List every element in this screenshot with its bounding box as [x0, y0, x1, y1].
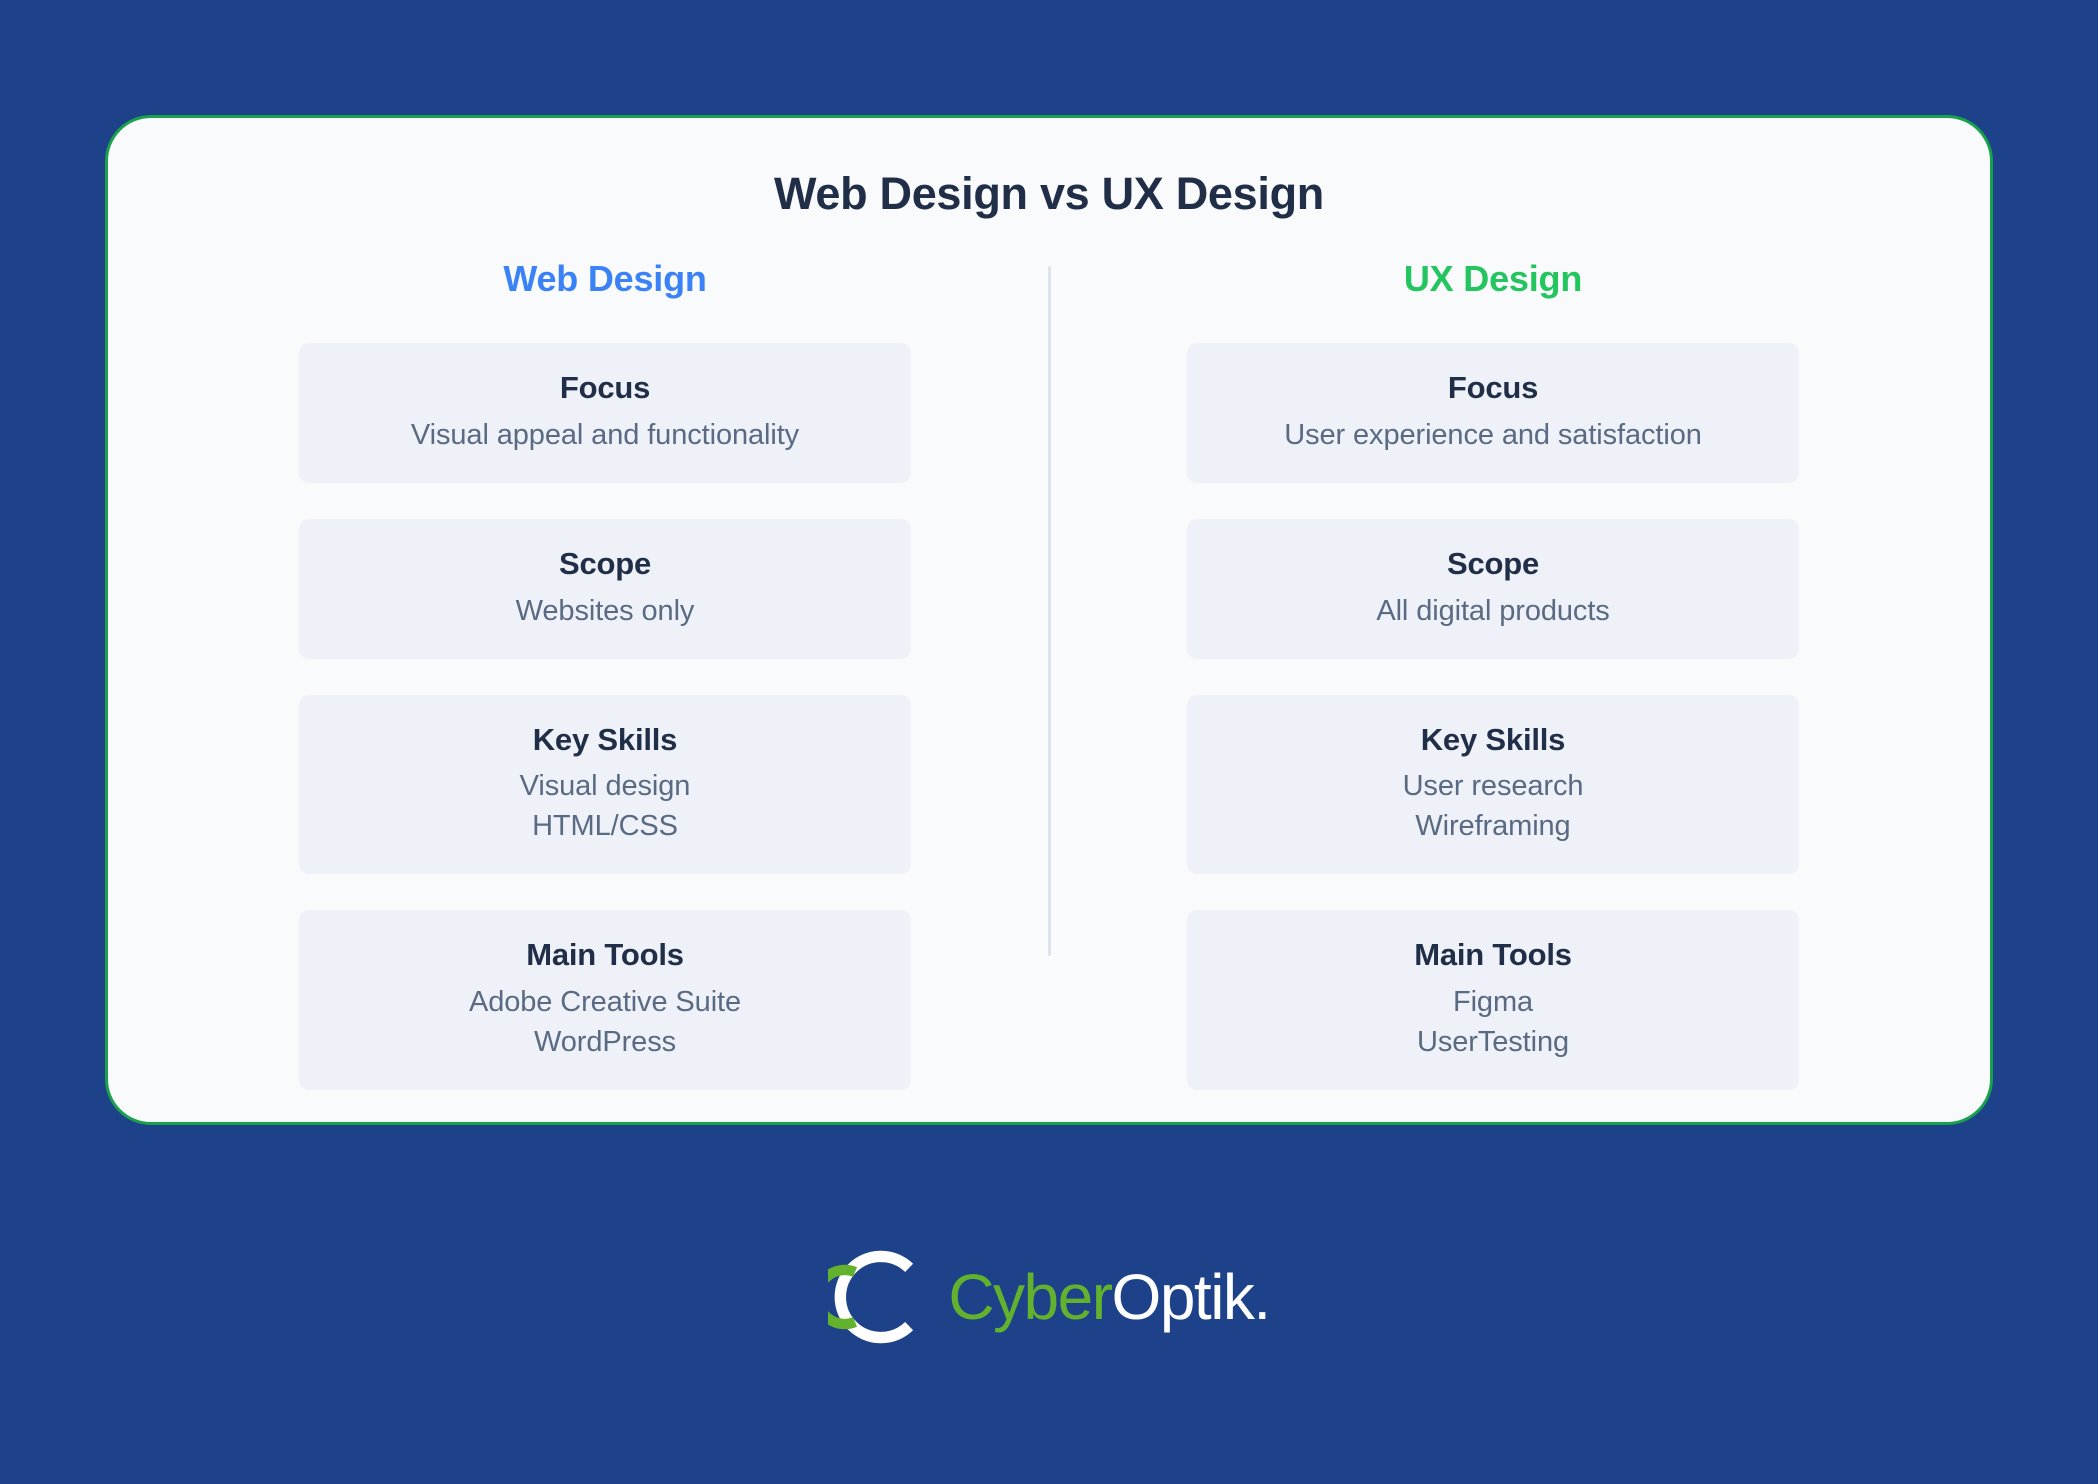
card-value: HTML/CSS [532, 810, 678, 843]
card-label: Focus [1447, 370, 1539, 405]
cyberoptik-logo-icon [828, 1250, 914, 1344]
footer-branding: CyberOptik. [0, 1245, 2098, 1349]
card-value: Visual appeal and functionality [410, 418, 800, 451]
card-label: Scope [1446, 545, 1540, 581]
card-value: All digital products [1376, 594, 1610, 627]
card-focus-web-design: Focus Visual appeal and functionality [299, 343, 911, 483]
card-scope-web-design: Scope Websites only [299, 518, 911, 659]
card-values: Adobe Creative Suite WordPress [319, 982, 891, 1062]
card-value: User research [1402, 770, 1584, 803]
card-value: Visual design [519, 770, 691, 803]
card-main-tools-web-design: Main Tools Adobe Creative Suite WordPres… [299, 910, 911, 1091]
card-key-skills-ux-design: Key Skills User research Wireframing [1187, 694, 1799, 875]
card-scope-ux-design: Scope All digital products [1187, 518, 1799, 659]
card-values: User experience and satisfaction [1207, 415, 1779, 455]
card-values: Visual appeal and functionality [319, 415, 891, 455]
card-label: Main Tools [1414, 937, 1572, 973]
card-label: Key Skills [1420, 721, 1566, 757]
card-value: UserTesting [1416, 1026, 1569, 1059]
card-value: Adobe Creative Suite [468, 986, 742, 1019]
brand-wordmark: CyberOptik. [948, 1265, 1271, 1329]
card-key-skills-web-design: Key Skills Visual design HTML/CSS [299, 694, 911, 875]
card-values: Visual design HTML/CSS [319, 766, 891, 846]
column-ux-design: UX Design Focus User experience and sati… [1049, 258, 1937, 1091]
card-value: Websites only [515, 594, 695, 627]
card-list-ux-design: Focus User experience and satisfaction S… [1187, 343, 1799, 1091]
comparison-panel: Web Design vs UX Design Web Design Focus… [105, 115, 1993, 1125]
column-web-design: Web Design Focus Visual appeal and funct… [161, 258, 1049, 1091]
column-heading-web-design: Web Design [503, 258, 707, 299]
card-value: Wireframing [1415, 810, 1571, 843]
card-label: Scope [558, 545, 652, 581]
column-divider [1047, 266, 1051, 956]
brand-wordmark-primary: Cyber [948, 1261, 1113, 1333]
card-list-web-design: Focus Visual appeal and functionality Sc… [299, 343, 911, 1091]
card-label: Main Tools [526, 937, 684, 973]
card-main-tools-ux-design: Main Tools Figma UserTesting [1187, 910, 1799, 1091]
card-values: Websites only [319, 591, 891, 631]
card-values: All digital products [1207, 591, 1779, 631]
card-focus-ux-design: Focus User experience and satisfaction [1187, 343, 1799, 483]
column-heading-ux-design: UX Design [1403, 258, 1583, 299]
card-value: WordPress [534, 1026, 676, 1059]
card-label: Key Skills [532, 721, 678, 757]
card-value: User experience and satisfaction [1284, 418, 1702, 451]
card-values: User research Wireframing [1207, 766, 1779, 846]
card-value: Figma [1452, 986, 1534, 1019]
card-values: Figma UserTesting [1207, 982, 1779, 1062]
brand-wordmark-secondary: Optik. [1111, 1261, 1272, 1333]
comparison-columns: Web Design Focus Visual appeal and funct… [108, 258, 1990, 1091]
card-label: Focus [559, 370, 651, 405]
page-title: Web Design vs UX Design [774, 168, 1324, 219]
